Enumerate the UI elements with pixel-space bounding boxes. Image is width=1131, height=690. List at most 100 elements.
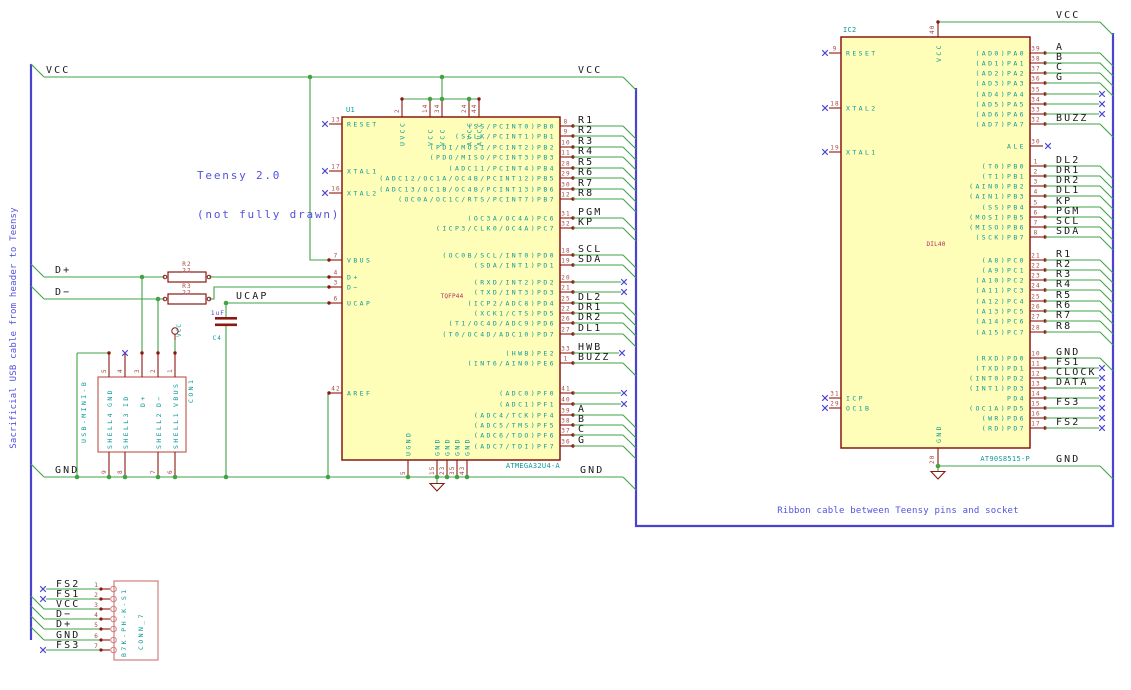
pin-number: 8 [117,469,124,474]
junction-dot [434,474,440,480]
teensy-note-line1: Teensy 2.0 [197,169,282,182]
pin-number: 38 [561,418,570,425]
wire [30,285,45,300]
pin-name: VCC [935,43,943,62]
net-label: D+ [56,619,72,630]
pin-number: 8 [564,119,569,126]
pin-number: 14 [1031,391,1040,398]
pin-name: XTAL2 [846,104,878,112]
pin-number: 6 [94,633,99,640]
pin-number: 37 [561,428,570,435]
bus-entry [622,156,637,171]
junction-dot [106,474,112,480]
pin-number: 26 [1031,304,1040,311]
pin-number: 26 [561,316,570,323]
chip-footprint-u1: TQFP44 [441,293,464,300]
schematic-sheet: U1 TQFP44 ATMEGA32U4-A 13 RESET 17 XTAL1 16 XTAL… [0,0,1131,690]
pin-end-dot [99,648,103,652]
wire [30,63,45,78]
pin-name: ID [122,394,130,407]
pin-name: (OC0B/SCL/INT0)PD0 [442,251,556,259]
pin-number: 4 [1034,189,1039,196]
pin-number: 38 [1031,56,1040,63]
pin-number: 20 [929,455,936,464]
pin-number: 33 [1031,107,1040,114]
pin-number: 12 [1031,371,1040,378]
pin-number: 32 [561,221,570,228]
pin-name: OC1B [846,404,871,412]
pin-number: 18 [561,248,570,255]
pin-number: 25 [561,296,570,303]
net-label: C [578,424,586,435]
bus-entry [622,445,637,460]
pin-name: (A11)PC3 [975,286,1026,294]
pin-number: 43 [459,466,466,475]
bus-entry [622,322,637,337]
wire-end-dot [477,97,481,101]
pin-name: VBUS [172,382,180,407]
pin-name: (T0)PB0 [982,162,1026,170]
pin-name: (INT6/AIN0)PE6 [468,359,556,367]
junction-dot [935,463,941,469]
pin-number: 19 [561,258,570,265]
junction-dot [155,296,161,302]
pin-name: AVCC [476,121,484,146]
pin-number: 11 [1031,361,1040,368]
capacitor-plate [215,323,237,327]
pin-number: 10 [561,140,570,147]
bus-entry [1099,331,1114,346]
pin-number: 3 [134,368,141,373]
bus-entry [1099,320,1114,335]
bus-entry [1099,185,1114,200]
pin-name: UVCC [399,121,407,146]
pin-number: 41 [561,386,570,393]
pin-number: 22 [561,306,570,313]
pin-name: (ADC6/TDO)PF6 [474,431,556,439]
pin-number: 35 [1031,87,1040,94]
pin-number: 7 [150,469,157,474]
net-label-vcc: VCC [578,65,602,76]
bus-entry [1099,289,1114,304]
junction-dot [444,474,450,480]
pin-name: D− [155,394,163,407]
pin-name: GND [434,437,442,456]
bus-entry [622,424,637,439]
pin-number: 23 [439,466,446,475]
net-label: R6 [578,167,594,178]
pin-name: VCC [439,127,447,146]
pin-name: (OC3A/OC4A)PC6 [468,214,556,222]
bus-entry [1099,300,1114,315]
pin-name: (ADC11/PCINT4)PB4 [449,164,556,172]
pin-number: 29 [830,401,839,408]
pin-end-dot [99,607,103,611]
pin-number: 14 [422,104,429,113]
pin-number: 23 [1031,273,1040,280]
bus-entry [1099,52,1114,67]
pin-number: 37 [1031,66,1040,73]
pin-name: UCAP [347,299,372,307]
pin-end-dot [327,258,331,262]
pin-number: 34 [434,104,441,113]
connector-ref-con1: CON1 [187,378,195,403]
bus-entry [1099,236,1114,251]
pin-number: 30 [561,182,570,189]
connector-name-con1: USB-MINI-B [80,380,88,443]
pin-number: 36 [1031,76,1040,83]
net-label: R7 [1056,310,1072,321]
net-label-gnd: GND [580,465,604,476]
net-label: DATA [1056,377,1088,388]
net-label: FS3 [56,640,80,651]
pin-number: 2 [1034,169,1039,176]
pin-name: SHELL1 [172,411,180,449]
pin-name: GND [444,437,452,456]
bus-entry [622,188,637,203]
pin-name: (INT0)PD2 [969,374,1026,382]
chip-ref-u1: U1 [346,106,355,114]
pin-number: 15 [429,466,436,475]
bus-entry [622,167,637,182]
bus-entry [622,125,637,140]
pin-number: 21 [1031,253,1040,260]
pin-name: (INT1)PD3 [969,384,1026,392]
junction-dot [155,474,161,480]
net-label-vcc: VCC [46,65,70,76]
